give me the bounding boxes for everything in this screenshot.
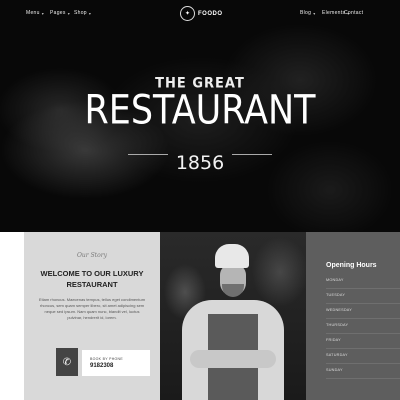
hours-day: FRIDAY — [326, 338, 341, 342]
chef-hat — [215, 244, 249, 268]
chef-photo — [160, 232, 306, 400]
hours-day: THURSDAY — [326, 323, 349, 327]
nav-item-label: Shop — [74, 10, 87, 16]
welcome-card: Our Story WELCOME TO OUR LUXURY RESTAURA… — [24, 232, 160, 400]
chevron-down-icon: ▾ — [41, 10, 45, 16]
hours-day: SUNDAY — [326, 368, 343, 372]
nav-item-label: Elements — [322, 10, 346, 16]
hero-title: RESTAURANT — [84, 86, 316, 134]
chevron-down-icon: ▾ — [313, 10, 316, 16]
hours-day: WEDNESDAY — [326, 308, 352, 312]
nav-item-label: Blog — [300, 10, 312, 16]
nav-item-shop[interactable]: Shop ▾ — [74, 10, 91, 16]
phone-number[interactable]: 9182308 — [90, 363, 113, 369]
nav-item-label: Pages — [50, 10, 66, 16]
hours-row: MONDAY — [326, 276, 400, 289]
hours-row: WEDNESDAY — [326, 306, 400, 319]
welcome-title: WELCOME TO OUR LUXURY RESTAURANT — [40, 269, 144, 289]
nav-item-label: Menu — [26, 10, 40, 16]
nav-item-menu[interactable]: Menu ▾ — [26, 10, 44, 16]
top-nav: Menu ▾ Pages ▾ Shop ▾ ✦ FOODO Blog ▾ Element… — [0, 0, 400, 28]
nav-item-pages[interactable]: Pages ▾ — [50, 10, 70, 16]
welcome-text: Etiam rhoncus. Maecenas tempus, tellus e… — [38, 297, 146, 320]
about-section: Our Story WELCOME TO OUR LUXURY RESTAURA… — [0, 232, 400, 400]
hours-row: FRIDAY — [326, 336, 400, 349]
nav-item-contact[interactable]: Contact — [344, 10, 363, 16]
chef-arms — [190, 350, 276, 368]
hours-row: SATURDAY — [326, 351, 400, 364]
call-box[interactable]: BOOK BY PHONE 9182308 — [82, 350, 150, 376]
nav-item-label: Contact — [344, 10, 364, 16]
chef-beard — [222, 284, 244, 297]
hours-day: SATURDAY — [326, 353, 348, 357]
hours-row: THURSDAY — [326, 321, 400, 334]
site-logo[interactable]: ✦ FOODO — [180, 6, 223, 21]
chevron-down-icon: ▾ — [67, 10, 70, 16]
nav-item-blog[interactable]: Blog ▾ — [300, 10, 316, 16]
script-heading: Our Story — [77, 252, 107, 259]
hours-day: MONDAY — [326, 278, 344, 282]
hero-year: 1856 — [175, 152, 225, 174]
page: Menu ▾ Pages ▾ Shop ▾ ✦ FOODO Blog ▾ Element… — [0, 0, 400, 400]
hero-section: Menu ▾ Pages ▾ Shop ▾ ✦ FOODO Blog ▾ Element… — [0, 0, 400, 232]
logo-text: FOODO — [198, 10, 223, 17]
hours-day: TUESDAY — [326, 293, 346, 297]
opening-hours-panel: Opening Hours MONDAY TUESDAY WEDNESDAY T… — [306, 232, 400, 400]
phone-icon[interactable]: ✆ — [56, 348, 78, 376]
hours-row: TUESDAY — [326, 291, 400, 304]
hours-row: SUNDAY — [326, 366, 400, 379]
logo-icon: ✦ — [180, 6, 195, 21]
chevron-down-icon: ▾ — [88, 10, 92, 16]
call-label: BOOK BY PHONE — [90, 357, 124, 361]
hours-title: Opening Hours — [326, 262, 377, 269]
